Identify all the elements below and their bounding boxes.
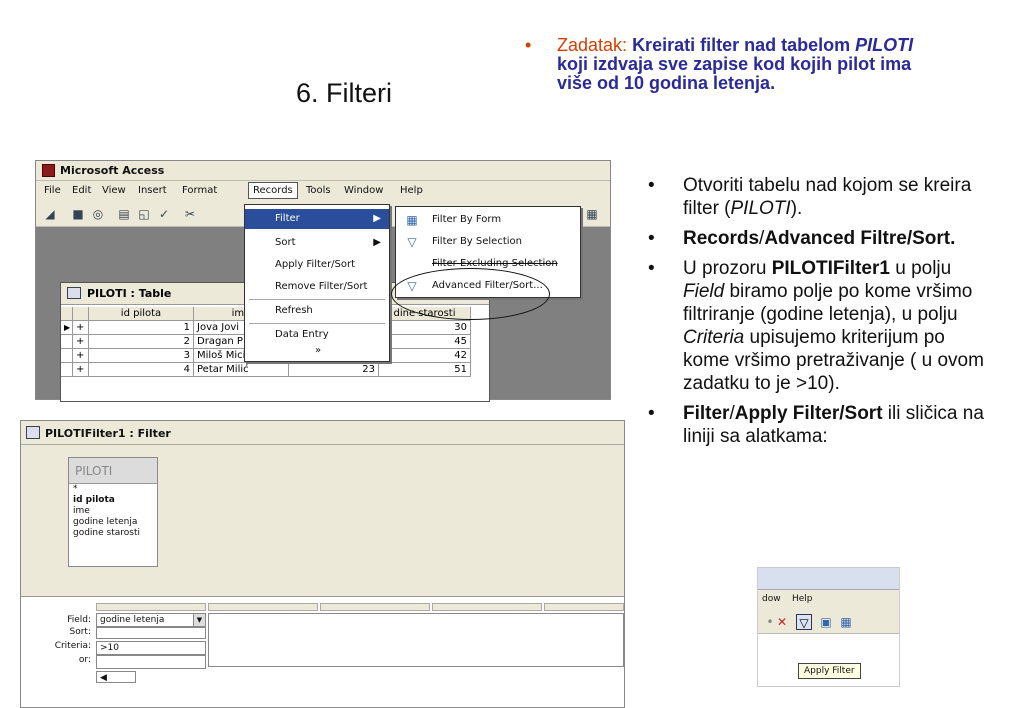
menu-insert[interactable]: Insert (138, 185, 167, 196)
inset-menu-help[interactable]: Help (792, 594, 813, 604)
records-menu-expand[interactable]: » (245, 341, 389, 361)
inset-toolbar: • ✕ ▽ ▣ ▦ (758, 610, 899, 634)
records-menu-filter[interactable]: Filter ▶ (245, 209, 389, 229)
records-menu-remove-filter[interactable]: Remove Filter/Sort (245, 277, 389, 297)
filter-by-selection-icon: ▽ (407, 235, 417, 249)
apply-filter-icon[interactable]: ▽ (796, 614, 812, 630)
filter-window-titlebar: PILOTIFilter1 : Filter (21, 421, 624, 445)
field-list-pane: PILOTI * id pilota ime godine letenja go… (21, 447, 624, 609)
or-cell[interactable] (96, 655, 206, 669)
new-object-icon[interactable]: ▦ (838, 614, 854, 630)
menu-tools[interactable]: Tools (306, 185, 331, 196)
menu-view[interactable]: View (102, 185, 126, 196)
apply-filter-tooltip: Apply Filter (798, 663, 861, 679)
field-row-label: Field: (67, 615, 91, 625)
highlight-ellipse (391, 268, 550, 320)
expand-icon[interactable]: + (73, 335, 89, 349)
row-selector-icon[interactable]: ▶ (61, 321, 73, 335)
table-window-title: PILOTI : Table (87, 287, 172, 300)
menu-help[interactable]: Help (400, 185, 423, 196)
access-titlebar: Microsoft Access (36, 161, 610, 181)
records-menu-apply-filter[interactable]: Apply Filter/Sort (245, 255, 389, 275)
instruction-item-2: • Records/Advanced Filtre/Sort. (648, 228, 956, 249)
slide-title: 6. Filteri (296, 78, 393, 108)
filter-by-form-icon: ▦ (406, 213, 418, 227)
menu-format[interactable]: Format (182, 185, 217, 196)
sort-row-label: Sort: (69, 627, 91, 637)
field-list-item[interactable]: ime (69, 506, 157, 517)
menu-file[interactable]: File (44, 185, 61, 196)
menu-window[interactable]: Window (344, 185, 383, 196)
access-menubar: File Edit View Insert Format Records Too… (36, 181, 610, 201)
records-menu: Filter ▶ Sort ▶ Apply Filter/Sort Remove F… (244, 204, 390, 362)
expand-icon[interactable]: + (73, 363, 89, 377)
task-bullet: • (525, 35, 532, 55)
field-list-item[interactable]: * (69, 484, 157, 495)
criteria-row-label: Criteria: (54, 641, 91, 651)
instruction-item-3: • U prozoru PILOTIFilter1 u polju Field … (648, 258, 984, 394)
menu-edit[interactable]: Edit (72, 185, 91, 196)
criteria-input[interactable]: >10 (96, 641, 206, 655)
grid-scroll-left[interactable]: ◀ (96, 671, 136, 683)
task-block: • Zadatak: Kreirati filter nad tabelom P… (525, 36, 925, 93)
save-icon[interactable]: ■ (70, 206, 86, 222)
col-id-pilota[interactable]: id pilota (89, 307, 194, 321)
print-icon[interactable]: ▤ (116, 206, 132, 222)
sort-cell[interactable] (96, 627, 206, 639)
dropdown-arrow-icon[interactable]: ▼ (193, 614, 205, 626)
field-list-item[interactable]: godine starosti (69, 528, 157, 539)
delete-icon[interactable]: ✕ (774, 614, 790, 630)
filter-design-grid: Field: Sort: Criteria: or: godine letenj… (21, 597, 624, 707)
filter-window-title: PILOTIFilter1 : Filter (45, 427, 171, 440)
access-title: Microsoft Access (60, 164, 165, 177)
access-app-icon (42, 164, 55, 177)
new-object-icon[interactable]: ▦ (584, 206, 600, 222)
print-preview-icon[interactable]: ◱ (136, 206, 152, 222)
filter-by-form-item[interactable]: ▦ Filter By Form (396, 209, 580, 231)
design-view-icon[interactable]: ◢ (42, 206, 58, 222)
table-icon (67, 287, 81, 299)
search-icon[interactable]: ◎ (90, 206, 106, 222)
empty-grid-columns[interactable] (208, 613, 624, 667)
records-menu-sort[interactable]: Sort ▶ (245, 233, 389, 253)
filter-window-icon (26, 426, 40, 439)
or-row-label: or: (78, 655, 91, 665)
menu-records[interactable]: Records (248, 182, 298, 199)
instruction-item-4: • Filter/Apply Filter/Sort ili sličica n… (648, 403, 984, 447)
field-list-title: PILOTI (69, 458, 157, 484)
instruction-item-1: • Otvoriti tabelu nad kojom se kreira fi… (648, 175, 972, 219)
field-list-item[interactable]: id pilota (69, 495, 157, 506)
submenu-arrow-icon: ▶ (373, 213, 381, 224)
field-list-item[interactable]: godine letenja (69, 517, 157, 528)
task-text-2: koji izdvaja sve zapise kod kojih pilot … (557, 54, 912, 93)
inset-menubar: dow Help (758, 590, 899, 610)
field-list-piloti: PILOTI * id pilota ime godine letenja go… (68, 457, 158, 567)
cut-icon[interactable]: ✂ (182, 206, 198, 222)
field-select[interactable]: godine letenja ▼ (96, 613, 206, 627)
instruction-list: • Otvoriti tabelu nad kojom se kreira fi… (648, 174, 988, 455)
expand-icon[interactable]: + (73, 321, 89, 335)
task-label: Zadatak: (557, 35, 628, 55)
expand-icon[interactable]: + (73, 349, 89, 363)
filter-by-selection-item[interactable]: ▽ Filter By Selection (396, 231, 580, 253)
task-text-1: Kreirati filter nad tabelom (632, 35, 851, 55)
task-table-name: PILOTI (855, 35, 914, 55)
filter-design-window: PILOTIFilter1 : Filter PILOTI * id pilot… (20, 420, 625, 708)
inset-menu-window[interactable]: dow (762, 594, 781, 604)
apply-filter-inset: dow Help • ✕ ▽ ▣ ▦ Apply Filter (757, 567, 900, 687)
properties-icon[interactable]: ▣ (818, 614, 834, 630)
spelling-icon[interactable]: ✓ (156, 206, 172, 222)
records-menu-refresh[interactable]: Refresh (245, 301, 389, 321)
submenu-arrow-icon: ▶ (373, 237, 381, 248)
table-row[interactable]: + 4 Petar Milić 23 51 (61, 363, 491, 377)
